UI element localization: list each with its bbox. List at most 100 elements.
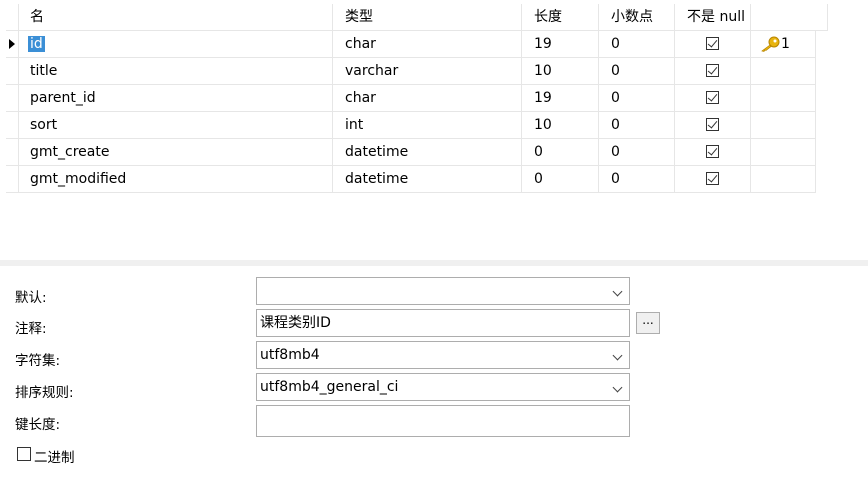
not-null-checkbox[interactable] <box>706 172 719 185</box>
field-key-cell[interactable] <box>751 112 816 139</box>
field-name-cell[interactable]: gmt_create <box>18 139 333 166</box>
grid-header-row: 名 类型 长度 小数点 不是 null <box>6 4 828 31</box>
not-null-checkbox[interactable] <box>706 37 719 50</box>
field-name-text: title <box>30 63 58 79</box>
field-decimals-cell[interactable]: 0 <box>599 58 675 85</box>
field-decimals-text: 0 <box>611 117 620 133</box>
field-not-null-cell <box>675 166 751 193</box>
field-length-cell[interactable]: 0 <box>522 139 599 166</box>
field-length-text: 0 <box>534 171 543 187</box>
field-type-cell[interactable]: datetime <box>333 166 522 193</box>
table-row[interactable]: title varchar 10 0 <box>6 58 828 85</box>
field-name-text: parent_id <box>30 90 96 106</box>
chevron-down-icon[interactable] <box>612 382 623 393</box>
field-key-cell[interactable]: 1 <box>751 31 816 58</box>
field-name-text: gmt_create <box>30 144 110 160</box>
field-name-cell[interactable]: gmt_modified <box>18 166 333 193</box>
key-order-number: 1 <box>781 36 790 52</box>
field-decimals-text: 0 <box>611 171 620 187</box>
column-header-name[interactable]: 名 <box>18 4 333 31</box>
field-name-cell[interactable]: parent_id <box>18 85 333 112</box>
field-type-cell[interactable]: varchar <box>333 58 522 85</box>
chevron-down-icon[interactable] <box>612 350 623 361</box>
field-name-text: sort <box>30 117 58 133</box>
column-header-key[interactable] <box>751 4 828 31</box>
field-name-text: gmt_modified <box>30 171 127 187</box>
column-header-type[interactable]: 类型 <box>333 4 522 31</box>
not-null-checkbox[interactable] <box>706 118 719 131</box>
comment-input[interactable]: 课程类别ID <box>256 309 630 337</box>
field-properties-panel: 默认: 注释: 课程类别ID ... 字符集: utf8mb4 排序规则: ut… <box>0 266 868 486</box>
field-type-cell[interactable]: int <box>333 112 522 139</box>
field-decimals-cell[interactable]: 0 <box>599 166 675 193</box>
table-row[interactable]: gmt_modified datetime 0 0 <box>6 166 828 193</box>
not-null-checkbox[interactable] <box>706 91 719 104</box>
field-length-cell[interactable]: 19 <box>522 31 599 58</box>
binary-label[interactable]: 二进制 <box>34 446 75 466</box>
chevron-down-icon[interactable] <box>612 286 623 297</box>
field-key-cell[interactable] <box>751 58 816 85</box>
field-type-text: varchar <box>345 63 399 79</box>
field-length-cell[interactable]: 10 <box>522 112 599 139</box>
field-length-cell[interactable]: 19 <box>522 85 599 112</box>
charset-label: 字符集: <box>15 353 61 369</box>
field-type-text: int <box>345 117 364 133</box>
field-length-text: 10 <box>534 117 552 133</box>
comment-ellipsis-button[interactable]: ... <box>636 312 660 334</box>
field-decimals-cell[interactable]: 0 <box>599 31 675 58</box>
field-decimals-cell[interactable]: 0 <box>599 112 675 139</box>
default-select[interactable] <box>256 277 630 305</box>
field-decimals-text: 0 <box>611 63 620 79</box>
field-type-cell[interactable]: char <box>333 31 522 58</box>
field-decimals-cell[interactable]: 0 <box>599 85 675 112</box>
field-type-text: char <box>345 90 376 106</box>
field-type-cell[interactable]: char <box>333 85 522 112</box>
column-header-length[interactable]: 长度 <box>522 4 599 31</box>
key-length-input[interactable] <box>256 405 630 437</box>
not-null-checkbox[interactable] <box>706 145 719 158</box>
field-key-cell[interactable] <box>751 166 816 193</box>
collation-select[interactable]: utf8mb4_general_ci <box>256 373 630 401</box>
field-decimals-cell[interactable]: 0 <box>599 139 675 166</box>
collation-label: 排序规则: <box>15 385 74 401</box>
table-row[interactable]: parent_id char 19 0 <box>6 85 828 112</box>
field-type-cell[interactable]: datetime <box>333 139 522 166</box>
field-name-cell[interactable]: id <box>18 31 333 58</box>
field-length-cell[interactable]: 10 <box>522 58 599 85</box>
column-header-decimals[interactable]: 小数点 <box>599 4 675 31</box>
binary-checkbox[interactable] <box>17 447 31 461</box>
key-icon <box>761 36 780 52</box>
not-null-checkbox[interactable] <box>706 64 719 77</box>
table-row[interactable]: gmt_create datetime 0 0 <box>6 139 828 166</box>
field-not-null-cell <box>675 112 751 139</box>
field-type-text: datetime <box>345 144 409 160</box>
field-length-text: 10 <box>534 63 552 79</box>
field-length-cell[interactable]: 0 <box>522 166 599 193</box>
field-key-cell[interactable] <box>751 139 816 166</box>
key-length-label: 键长度: <box>15 417 61 433</box>
charset-select[interactable]: utf8mb4 <box>256 341 630 369</box>
table-row[interactable]: id char 19 0 1 <box>6 31 828 58</box>
table-row[interactable]: sort int 10 0 <box>6 112 828 139</box>
charset-value: utf8mb4 <box>260 347 320 363</box>
field-length-text: 0 <box>534 144 543 160</box>
field-decimals-text: 0 <box>611 144 620 160</box>
fields-grid: 名 类型 长度 小数点 不是 null id char 19 0 1 title varch… <box>0 0 868 260</box>
field-not-null-cell <box>675 85 751 112</box>
field-type-text: char <box>345 36 376 52</box>
field-name-cell[interactable]: title <box>18 58 333 85</box>
field-length-text: 19 <box>534 36 552 52</box>
current-row-arrow-icon <box>9 39 15 49</box>
field-key-cell[interactable] <box>751 85 816 112</box>
field-name-cell[interactable]: sort <box>18 112 333 139</box>
collation-value: utf8mb4_general_ci <box>260 379 399 395</box>
field-name-text: id <box>28 36 45 52</box>
field-length-text: 19 <box>534 90 552 106</box>
field-decimals-text: 0 <box>611 36 620 52</box>
field-decimals-text: 0 <box>611 90 620 106</box>
column-header-not-null[interactable]: 不是 null <box>675 4 751 31</box>
field-not-null-cell <box>675 31 751 58</box>
comment-label: 注释: <box>15 321 47 337</box>
default-label: 默认: <box>15 290 47 306</box>
field-not-null-cell <box>675 139 751 166</box>
